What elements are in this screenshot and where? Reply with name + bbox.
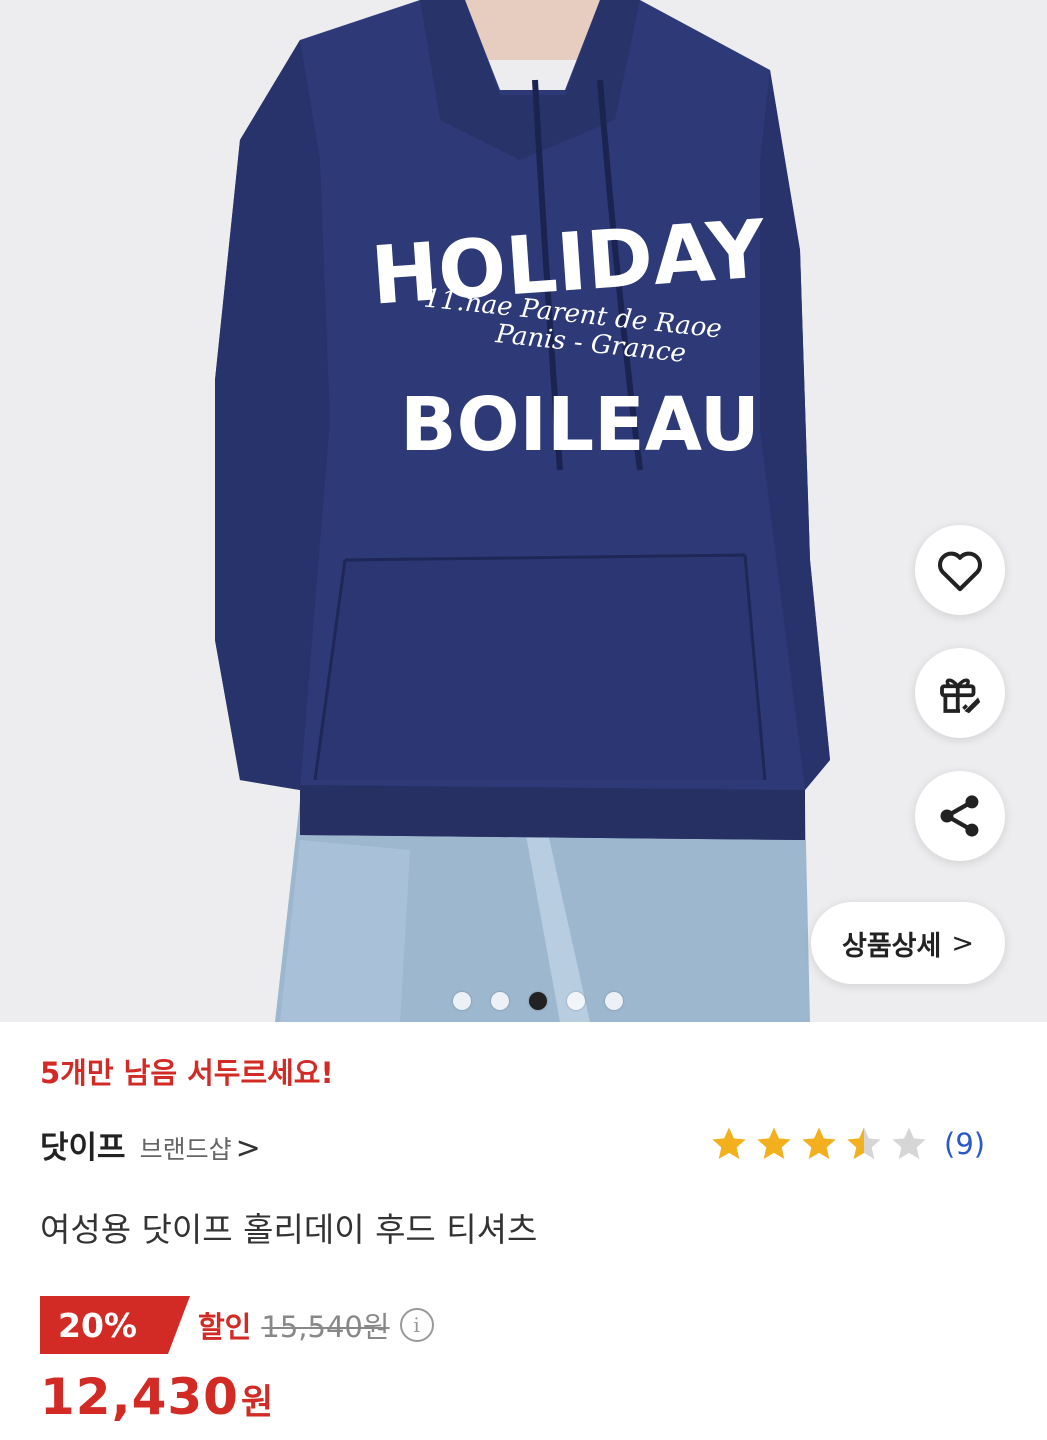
gift-icon <box>940 678 981 714</box>
review-count[interactable]: (9) <box>944 1127 985 1161</box>
brand-shop-label: 브랜드샵 <box>139 1135 232 1164</box>
product-title: 여성용 닷이프 홀리데이 후드 티셔츠 <box>40 1210 538 1249</box>
star-empty-icon <box>892 1127 926 1159</box>
brand-shop-link[interactable]: 브랜드샵 > <box>140 1130 261 1166</box>
carousel-dot[interactable] <box>566 992 585 1010</box>
carousel-dot-active[interactable] <box>528 992 547 1010</box>
star-half-icon <box>847 1127 881 1159</box>
brand-name[interactable]: 닷이프 <box>40 1122 126 1167</box>
gift-button[interactable] <box>915 648 1005 738</box>
original-price: 15,540원 <box>261 1310 390 1344</box>
carousel-dot[interactable] <box>604 992 623 1010</box>
star-full-icon <box>802 1127 836 1159</box>
heart-icon <box>938 551 982 592</box>
sale-price-currency: 원 <box>240 1383 274 1423</box>
share-button[interactable] <box>915 771 1005 861</box>
chevron-right-icon: > <box>951 927 974 959</box>
product-image-carousel[interactable]: HOLIDAY 11.nae Parent de Raoe Panis - Gr… <box>0 0 1047 1022</box>
product-detail-label: 상품상세 <box>842 930 942 962</box>
discount-row: 20% 할인 15,540원 i <box>40 1296 434 1354</box>
sale-price-amount: 12,430 <box>40 1368 239 1426</box>
carousel-dot[interactable] <box>490 992 509 1010</box>
discount-percent: 20% <box>58 1305 137 1345</box>
rating[interactable]: (9) <box>709 1124 985 1164</box>
star-full-icon <box>712 1127 746 1159</box>
star-full-icon <box>757 1127 791 1159</box>
discount-badge: 20% <box>40 1296 190 1354</box>
product-photo: HOLIDAY 11.nae Parent de Raoe Panis - Gr… <box>0 0 1047 1022</box>
share-icon <box>940 795 979 837</box>
carousel-dot[interactable] <box>452 992 471 1010</box>
carousel-indicator <box>0 992 1047 1010</box>
chevron-right-icon: > <box>235 1130 261 1166</box>
sale-price: 12,430 원 <box>40 1368 273 1426</box>
info-icon[interactable]: i <box>399 1308 434 1342</box>
brand-row: 닷이프 브랜드샵 > <box>40 1122 261 1167</box>
print-boileau: BOILEAU <box>400 382 760 468</box>
stock-notice: 5개만 남음 서두르세요! <box>40 1056 334 1090</box>
discount-label: 할인 <box>198 1310 252 1344</box>
product-detail-button[interactable]: 상품상세 > <box>811 902 1005 984</box>
like-button[interactable] <box>915 525 1005 615</box>
